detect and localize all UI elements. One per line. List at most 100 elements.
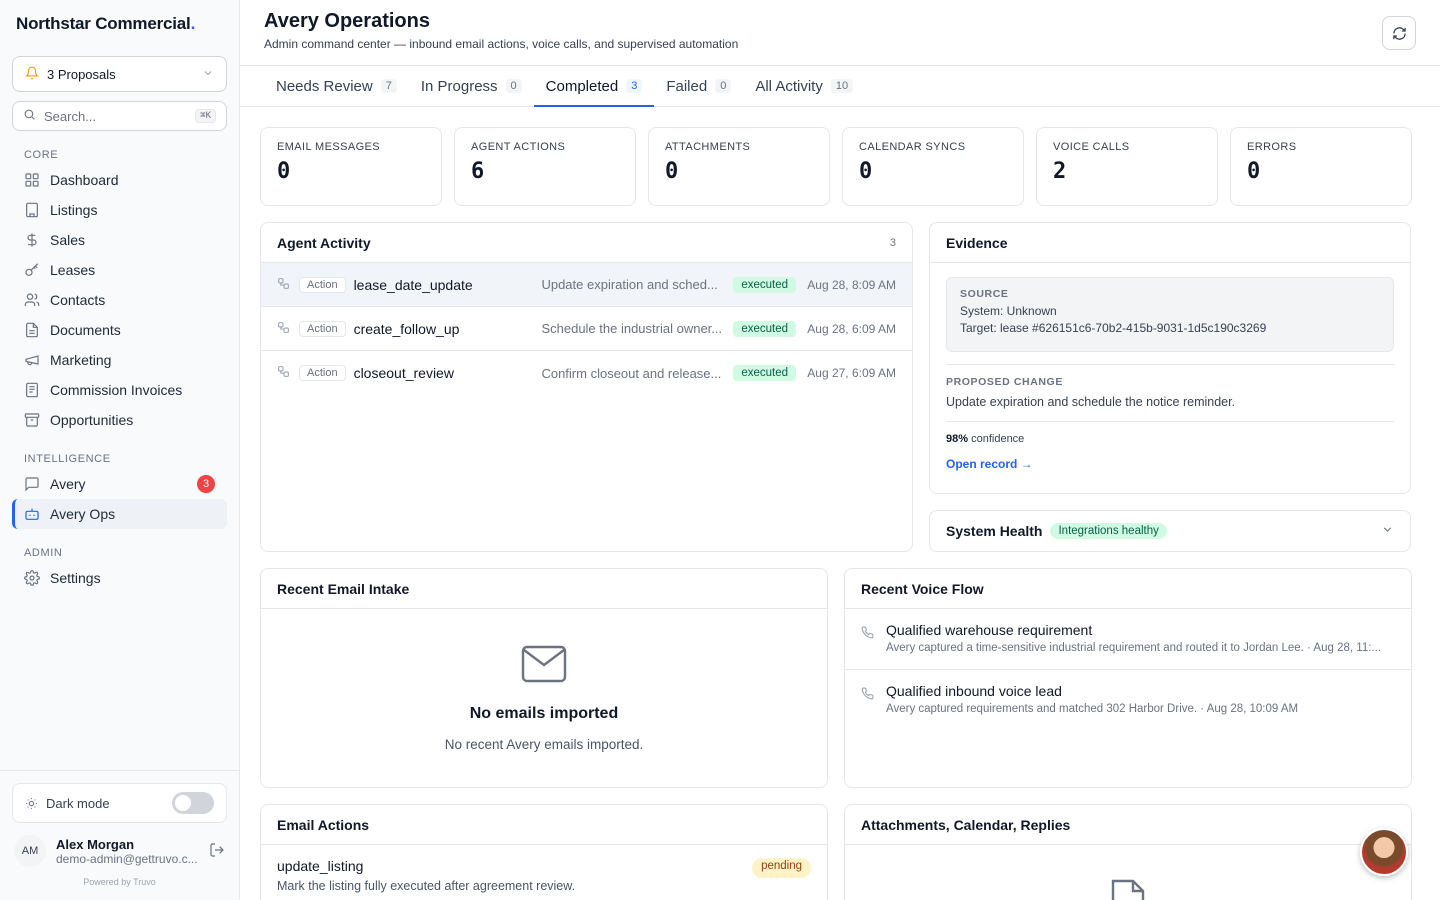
section-label-intelligence: INTELLIGENCE: [24, 453, 111, 465]
stat-label: ATTACHMENTS: [665, 141, 751, 153]
activity-row[interactable]: Action create_follow_up Schedule the ind…: [261, 307, 912, 351]
voice-row[interactable]: Qualified warehouse requirement Avery ca…: [845, 609, 1411, 670]
chevron-down-icon: [202, 67, 214, 82]
empty-state: [845, 845, 1411, 900]
sidebar-item-leases[interactable]: Leases: [12, 255, 227, 285]
empty-state: No emails imported No recent Avery email…: [261, 609, 827, 752]
email-action-name: update_listing: [277, 858, 364, 874]
sidebar-item-sales[interactable]: Sales: [12, 225, 227, 255]
stat-label: AGENT ACTIONS: [471, 141, 566, 153]
card-title: Agent Activity: [277, 234, 371, 251]
sidebar-item-opportunities[interactable]: Opportunities: [12, 405, 227, 435]
email-intake-card: Recent Email Intake No emails imported N…: [260, 568, 828, 788]
status-badge: executed: [733, 276, 797, 293]
section-label-admin: ADMIN: [24, 547, 63, 559]
megaphone-icon: [25, 355, 39, 366]
voice-subtitle: Avery captured a time-sensitive industri…: [886, 642, 1381, 654]
tab-bar: Needs Review 7 In Progress 0 Completed 3 Fa…: [240, 66, 1440, 107]
sidebar-item-commission-invoices[interactable]: Commission Invoices: [12, 375, 227, 405]
user-name: Alex Morgan: [56, 836, 135, 852]
stat-card-attachments: ATTACHMENTS 0: [648, 127, 830, 206]
users-icon: [24, 293, 40, 306]
sidebar-item-dashboard[interactable]: Dashboard: [12, 165, 227, 195]
tab-count: 0: [505, 79, 522, 93]
sidebar-item-label: Marketing: [50, 352, 112, 368]
confidence: 98% confidence: [930, 433, 1410, 445]
proposals-label: 3 Proposals: [47, 66, 116, 82]
tab-failed[interactable]: Failed 0: [654, 66, 743, 106]
status-badge: pending: [752, 858, 811, 878]
status-badge: executed: [733, 320, 797, 337]
sidebar-item-marketing[interactable]: Marketing: [12, 345, 227, 375]
confidence-value: 98%: [946, 433, 969, 445]
stat-value: 0: [277, 159, 291, 184]
activity-row[interactable]: Action lease_date_update Update expirati…: [261, 263, 912, 307]
search-input[interactable]: [44, 108, 174, 124]
dark-mode-toggle[interactable]: [172, 792, 214, 814]
sidebar-item-label: Commission Invoices: [50, 382, 183, 398]
confidence-label: confidence: [971, 433, 1025, 445]
tab-all-activity[interactable]: All Activity 10: [743, 66, 865, 106]
bell-icon: [24, 66, 40, 83]
action-tag: Action: [298, 320, 346, 337]
tab-in-progress[interactable]: In Progress 0: [409, 66, 534, 106]
sidebar-item-documents[interactable]: Documents: [12, 315, 227, 345]
voice-flow-card: Recent Voice Flow Qualified warehouse re…: [844, 568, 1412, 788]
brand-logo[interactable]: Northstar Commercial.: [0, 0, 239, 48]
user-email: demo-admin@gettruvo.c...: [56, 851, 198, 866]
source-box: SOURCE System: Unknown Target: lease #62…: [946, 277, 1394, 352]
tab-completed[interactable]: Completed 3: [533, 66, 655, 107]
search-box[interactable]: ⌘K: [12, 101, 227, 131]
tab-label: In Progress: [420, 77, 498, 95]
link-icon: [277, 365, 291, 381]
proposals-dropdown[interactable]: 3 Proposals: [12, 56, 227, 92]
source-label: SOURCE: [960, 288, 1009, 300]
sidebar-item-label: Leases: [50, 262, 96, 278]
user-profile[interactable]: AM Alex Morgan demo-admin@gettruvo.c...: [12, 835, 227, 867]
stat-card-voice-calls: VOICE CALLS 2: [1036, 127, 1218, 206]
sidebar-item-contacts[interactable]: Contacts: [12, 285, 227, 315]
email-action-row[interactable]: update_listing Mark the listing fully ex…: [261, 845, 827, 900]
divider: [946, 364, 1394, 365]
sidebar-item-avery-ops[interactable]: Avery Ops: [12, 499, 227, 529]
stat-card-calendar-syncs: CALENDAR SYNCS 0: [842, 127, 1024, 206]
search-icon: [23, 108, 36, 124]
divider: [946, 421, 1394, 422]
email-action-description: Mark the listing fully executed after ag…: [277, 879, 576, 893]
voice-row[interactable]: Qualified inbound voice lead Avery captu…: [845, 670, 1411, 731]
card-header: Evidence: [930, 223, 1410, 263]
activity-count: 3: [889, 236, 896, 249]
phone-icon: [861, 687, 874, 718]
sidebar-item-avery[interactable]: Avery 3: [12, 469, 227, 499]
action-time: Aug 28, 6:09 AM: [807, 321, 896, 336]
logout-icon[interactable]: [209, 842, 225, 861]
sidebar-item-label: Opportunities: [50, 412, 134, 428]
invoice-icon: [26, 382, 38, 398]
stat-label: CALENDAR SYNCS: [859, 141, 966, 153]
sidebar-item-label: Documents: [50, 322, 121, 338]
refresh-icon: [1392, 26, 1406, 40]
phone-icon: [861, 626, 874, 656]
tab-needs-review[interactable]: Needs Review 7: [264, 66, 409, 106]
assistant-avatar[interactable]: [1360, 828, 1408, 876]
stat-card-errors: ERRORS 0: [1230, 127, 1412, 206]
card-title: Email Actions: [277, 816, 370, 833]
system-health-card[interactable]: System Health Integrations healthy: [929, 510, 1411, 552]
card-title: Recent Email Intake: [277, 580, 410, 597]
sidebar-item-settings[interactable]: Settings: [12, 563, 227, 593]
proposed-text: Update expiration and schedule the notic…: [946, 395, 1236, 409]
evidence-card: Evidence SOURCE System: Unknown Target: …: [929, 222, 1411, 494]
tab-count: 10: [830, 79, 854, 93]
stats-row: EMAIL MESSAGES 0 AGENT ACTIONS 6 ATTACHMEN…: [260, 127, 1412, 206]
stat-card-agent-actions: AGENT ACTIONS 6: [454, 127, 636, 206]
card-title: Recent Voice Flow: [861, 580, 984, 597]
dark-mode-row: Dark mode: [12, 783, 227, 823]
stat-label: VOICE CALLS: [1053, 141, 1130, 153]
sidebar-item-listings[interactable]: Listings: [12, 195, 227, 225]
activity-row[interactable]: Action closeout_review Confirm closeout …: [261, 351, 912, 395]
attachments-card: Attachments, Calendar, Replies: [844, 804, 1412, 900]
refresh-button[interactable]: [1382, 16, 1416, 50]
stat-card-email-messages: EMAIL MESSAGES 0: [260, 127, 442, 206]
building-icon: [26, 202, 38, 218]
open-record-link[interactable]: Open record →: [930, 457, 1410, 471]
